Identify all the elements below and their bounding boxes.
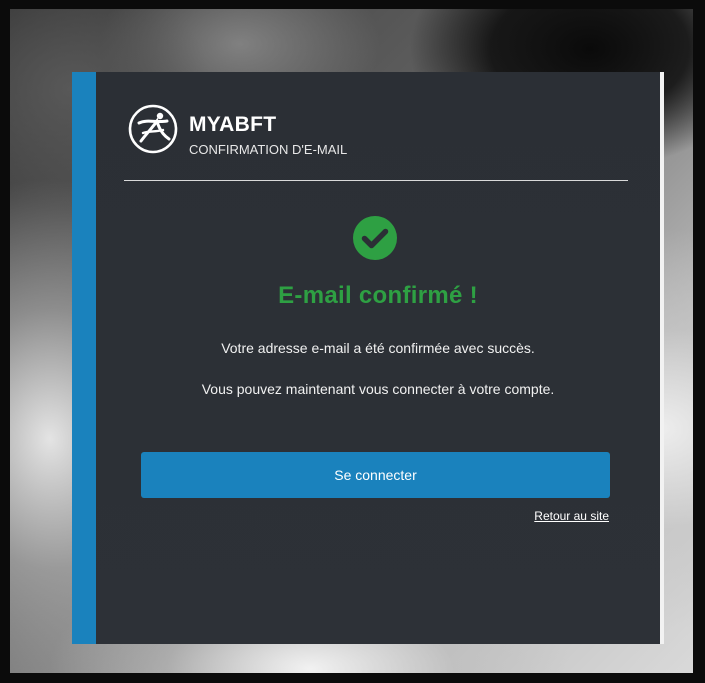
background-photo: MYABFT CONFIRMATION D'E-MAIL E-mail conf… xyxy=(10,9,693,673)
card-edge xyxy=(660,72,664,644)
confirmation-title: E-mail confirmé ! xyxy=(278,282,478,309)
page-subtitle: CONFIRMATION D'E-MAIL xyxy=(189,142,348,157)
confirmation-card: MYABFT CONFIRMATION D'E-MAIL E-mail conf… xyxy=(72,72,664,644)
header-divider xyxy=(124,180,628,181)
card-accent-bar xyxy=(72,72,96,644)
confirmation-message: Votre adresse e-mail a été confirmée ave… xyxy=(221,340,535,356)
login-button[interactable]: Se connecter xyxy=(141,452,610,498)
check-circle-icon xyxy=(353,216,397,260)
brand-name: MYABFT xyxy=(189,113,277,136)
login-instruction: Vous pouvez maintenant vous connecter à … xyxy=(201,381,555,397)
abft-logo-icon xyxy=(128,104,178,154)
back-to-site-link[interactable]: Retour au site xyxy=(534,509,609,523)
